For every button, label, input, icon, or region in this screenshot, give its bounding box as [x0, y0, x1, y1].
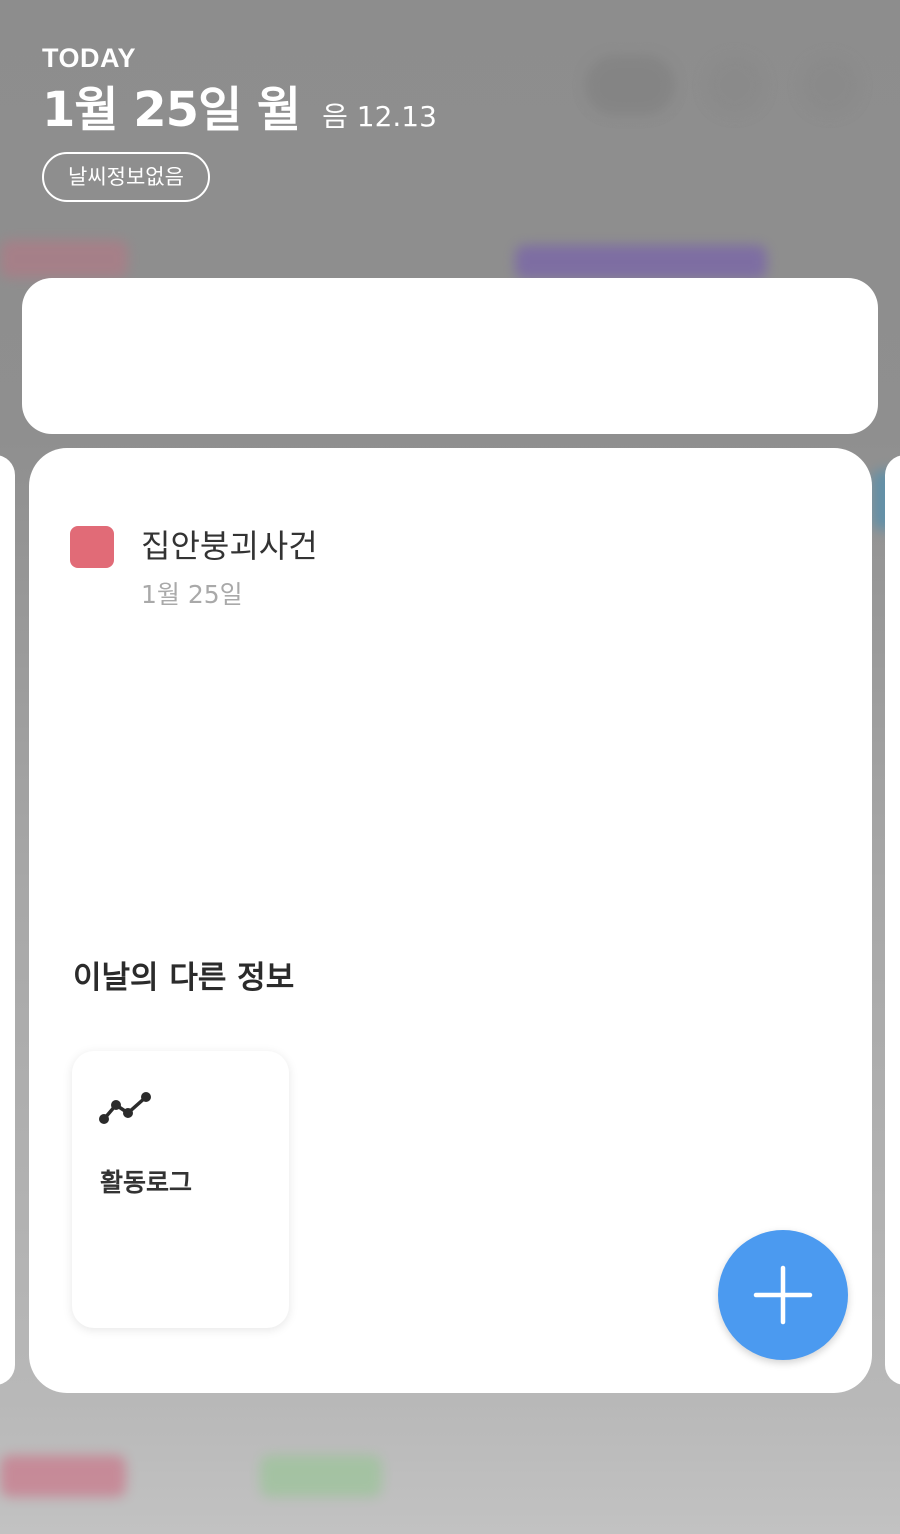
other-info-title: 이날의 다른 정보: [73, 960, 295, 996]
lunar-date: 음 12.13: [322, 100, 437, 133]
event-color-marker: [70, 526, 114, 568]
bg-event-blob: [0, 1455, 126, 1497]
current-date: 1월 25일 월: [42, 82, 301, 138]
bg-event-blob: [515, 245, 767, 279]
previous-day-card[interactable]: [0, 455, 15, 1385]
date-row: 1월 25일 월 음 12.13: [42, 78, 437, 142]
event-title: 집안붕괴사건: [141, 527, 318, 565]
bg-icon-blob: [585, 55, 675, 115]
bg-icon-blob: [705, 55, 765, 115]
bg-icon-blob: [800, 55, 860, 115]
bg-event-blob: [0, 240, 128, 278]
activity-log-label: 활동로그: [100, 1168, 193, 1197]
top-summary-card[interactable]: [22, 278, 878, 434]
bg-event-blob: [260, 1455, 382, 1497]
event-item[interactable]: 집안붕괴사건 1월 25일: [70, 526, 318, 612]
weather-chip[interactable]: 날씨정보없음: [42, 152, 210, 202]
event-text: 집안붕괴사건 1월 25일: [141, 526, 318, 612]
add-button[interactable]: [718, 1230, 848, 1360]
plus-icon: [753, 1265, 813, 1325]
activity-log-icon: [99, 1092, 151, 1124]
event-date: 1월 25일: [141, 580, 243, 609]
today-label: TODAY: [42, 43, 137, 73]
today-header: TODAY 1월 25일 월 음 12.13 날씨정보없음: [42, 40, 437, 202]
activity-log-tile[interactable]: 활동로그: [72, 1051, 289, 1328]
next-day-card[interactable]: [885, 455, 900, 1385]
